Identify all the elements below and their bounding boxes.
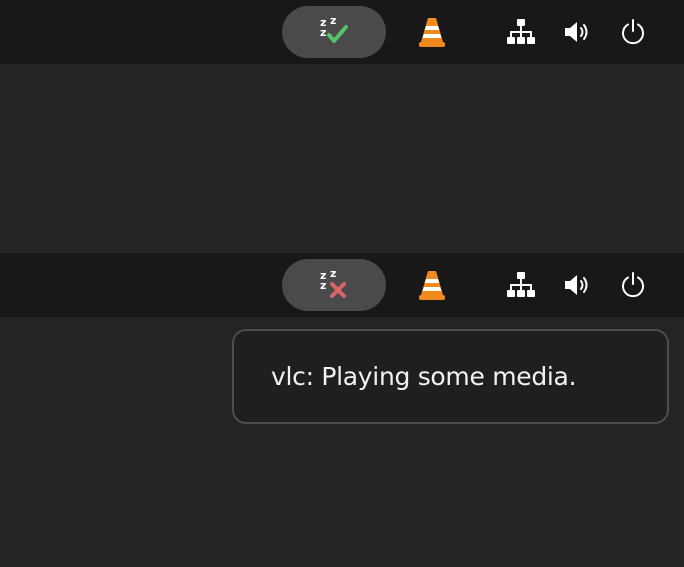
caffeine-disabled-icon: z z z [320, 268, 346, 298]
caffeine-toggle[interactable]: z z z [282, 259, 386, 311]
vlc-indicator[interactable] [410, 259, 454, 311]
power-indicator[interactable] [611, 259, 655, 311]
volume-indicator[interactable] [556, 6, 600, 58]
top-bar-caffeine-disabled: z z z [0, 253, 684, 317]
caffeine-toggle[interactable]: z z z [282, 6, 386, 58]
svg-text:z: z [320, 279, 326, 292]
volume-indicator[interactable] [556, 259, 600, 311]
svg-text:z: z [320, 26, 326, 39]
notification-text: vlc: Playing some media. [271, 362, 577, 391]
vlc-indicator[interactable] [410, 6, 454, 58]
vlc-icon [419, 271, 445, 300]
power-indicator[interactable] [611, 6, 655, 58]
network-icon [507, 272, 535, 297]
screen: z z z z z z vlc: Playing some media. [0, 0, 684, 567]
power-icon [622, 19, 644, 45]
network-indicator[interactable] [499, 259, 543, 311]
network-indicator[interactable] [499, 6, 543, 58]
network-icon [507, 19, 535, 44]
top-bar-caffeine-enabled: z z z [0, 0, 684, 64]
notification-banner[interactable]: vlc: Playing some media. [232, 329, 669, 424]
volume-icon [565, 275, 588, 295]
vlc-icon [419, 18, 445, 47]
caffeine-enabled-icon: z z z [320, 15, 348, 43]
volume-icon [565, 22, 588, 42]
svg-text:z: z [330, 268, 336, 280]
svg-text:z: z [330, 15, 336, 27]
power-icon [622, 272, 644, 298]
